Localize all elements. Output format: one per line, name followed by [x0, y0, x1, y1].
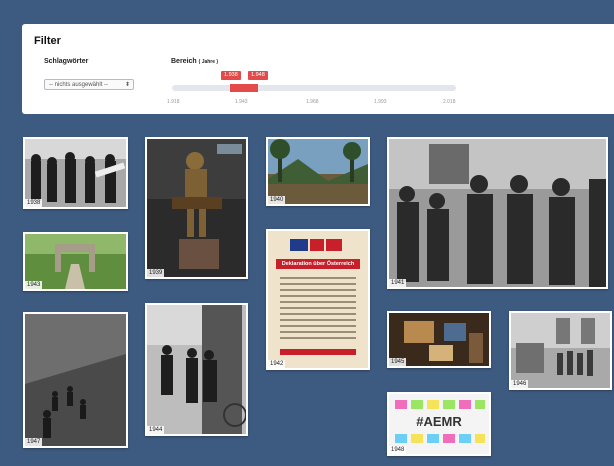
photo-card[interactable]: 1938	[23, 137, 128, 209]
photo-year: 1939	[147, 269, 165, 277]
photo-image	[147, 305, 246, 434]
photo-card[interactable]: 1946	[509, 311, 612, 390]
photo-card[interactable]: 1943	[23, 232, 128, 291]
range-handle-from[interactable]: 1.938	[221, 71, 241, 80]
poster-title: Deklaration über Österreich	[281, 261, 355, 267]
photo-year: 1944	[147, 426, 165, 434]
photo-card[interactable]: 1945	[387, 311, 491, 368]
photo-card[interactable]: 1939	[145, 137, 248, 279]
photo-image: Deklaration über Österreich	[268, 231, 368, 368]
photo-image	[25, 314, 126, 446]
photo-card[interactable]: Deklaration über Österreich 1942	[266, 229, 370, 370]
photo-year: 1948	[389, 446, 407, 454]
photo-image	[147, 139, 246, 277]
photo-card[interactable]: #AEMR 1948	[387, 392, 491, 456]
keywords-select[interactable]: -- nichts ausgewählt -- ⬍	[44, 79, 134, 90]
chevron-updown-icon: ⬍	[124, 82, 130, 88]
range-handle-to[interactable]: 1.948	[248, 71, 268, 80]
photo-card[interactable]: 1941	[387, 137, 608, 289]
photo-year: 1942	[268, 360, 286, 368]
range-tick: 1.968	[306, 99, 319, 105]
range-slider-selection[interactable]	[230, 84, 258, 92]
photo-year: 1947	[25, 438, 43, 446]
photo-card[interactable]: 1944	[145, 303, 248, 436]
range-tick: 1.943	[235, 99, 248, 105]
photo-year: 1940	[268, 196, 286, 204]
filter-title: Filter	[34, 35, 61, 47]
range-label-text: Bereich	[171, 58, 197, 65]
photo-card[interactable]: 1947	[23, 312, 128, 448]
photo-year: 1938	[25, 199, 43, 207]
photo-card[interactable]: 1940	[266, 137, 370, 206]
photo-image	[268, 139, 368, 204]
filter-panel: Filter Schlagwörter -- nichts ausgewählt…	[22, 24, 614, 114]
photo-image	[511, 313, 610, 388]
photo-year: 1943	[25, 281, 43, 289]
photo-year: 1946	[511, 380, 529, 388]
photo-year: 1945	[389, 358, 407, 366]
range-tick: 1.993	[374, 99, 387, 105]
range-tick: 1.918	[167, 99, 180, 105]
keywords-select-value: -- nichts ausgewählt --	[49, 82, 109, 88]
poster-hashtag: #AEMR	[416, 414, 462, 429]
photo-image: #AEMR	[389, 394, 489, 454]
photo-image	[25, 139, 126, 207]
photo-image	[389, 139, 606, 287]
keywords-label: Schlagwörter	[44, 58, 89, 65]
range-unit: ( Jahre )	[198, 59, 219, 65]
range-tick: 2.018	[443, 99, 456, 105]
range-label: Bereich ( Jahre )	[171, 58, 218, 65]
range-slider-track[interactable]	[172, 85, 456, 91]
photo-year: 1941	[389, 279, 407, 287]
